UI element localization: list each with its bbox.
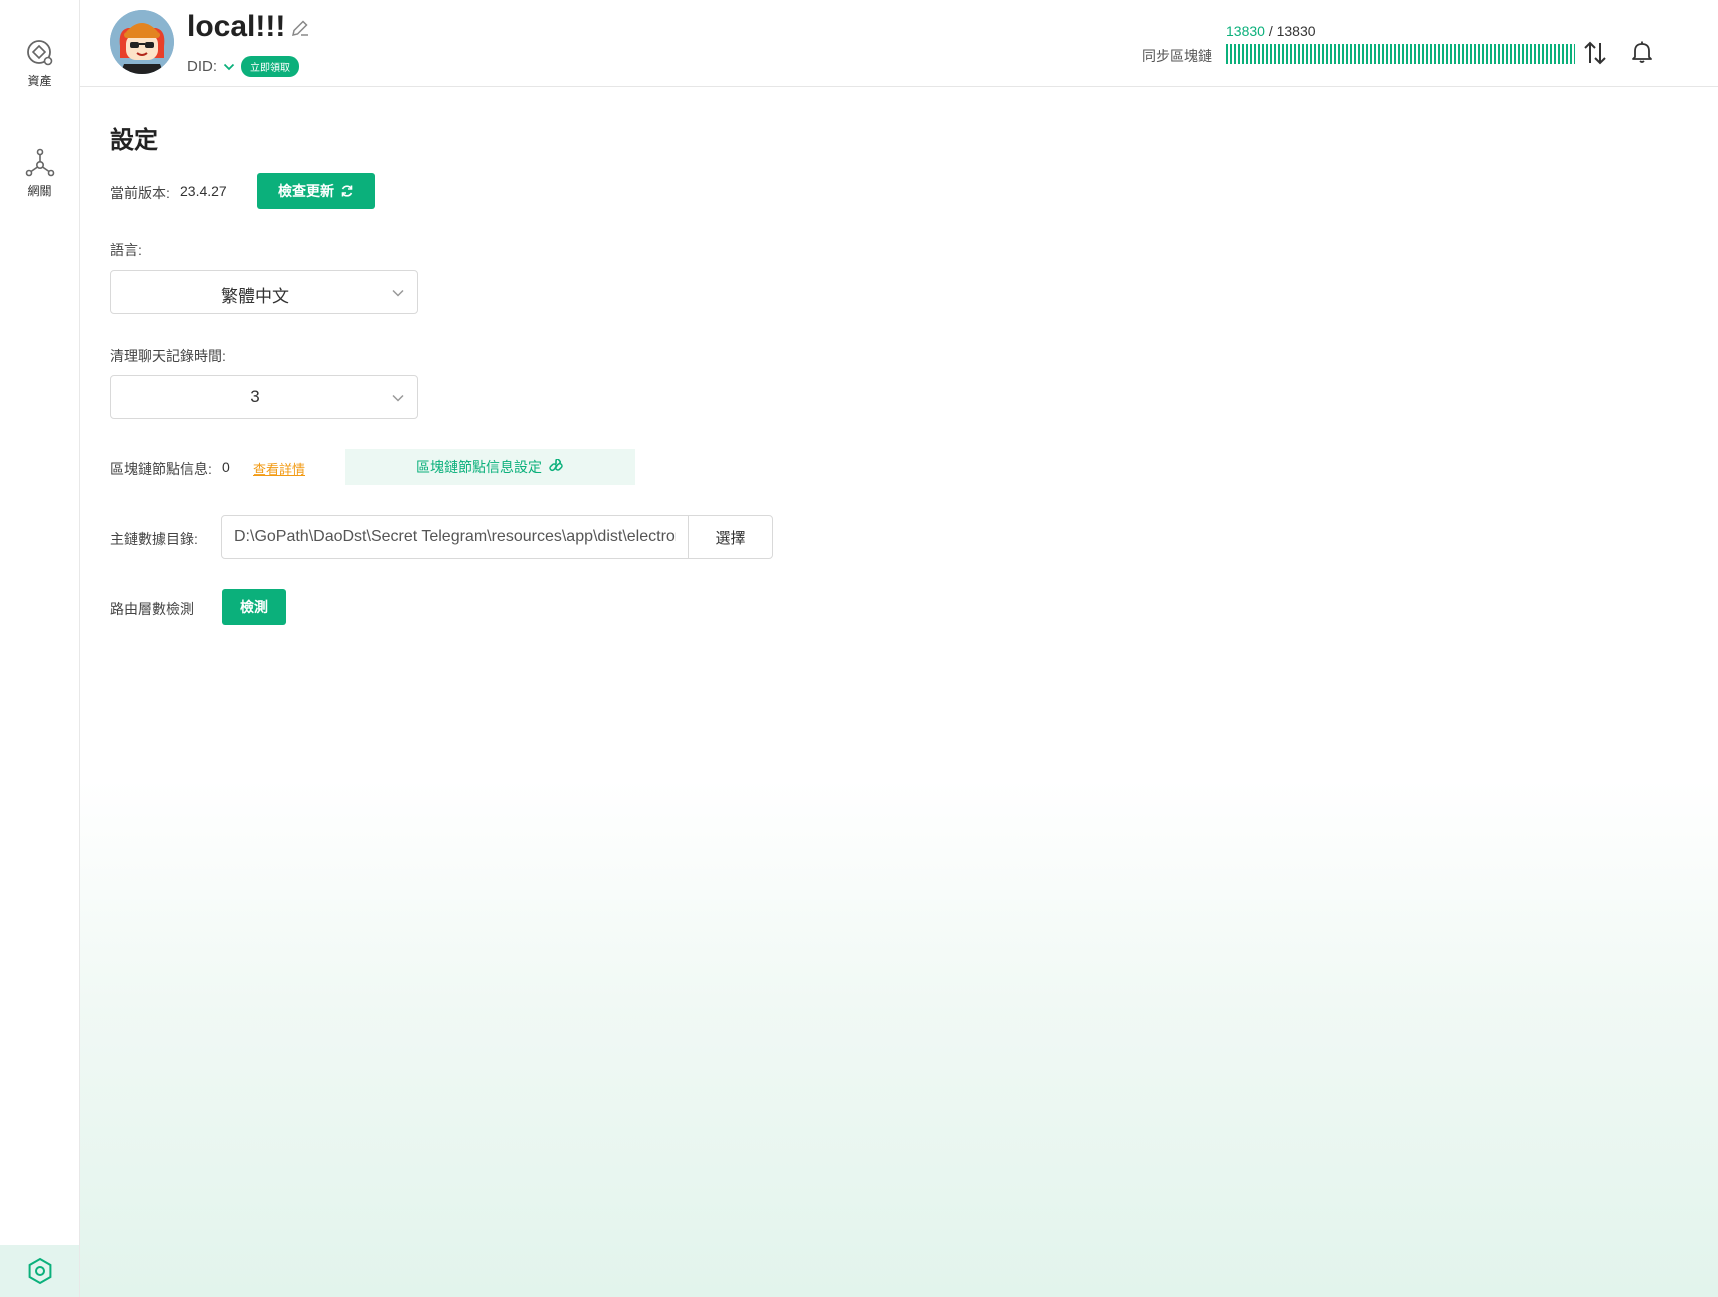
claim-badge[interactable]: 立即領取 bbox=[241, 56, 299, 77]
route-check-label: 路由層數檢測 bbox=[110, 601, 194, 617]
avatar[interactable] bbox=[110, 10, 174, 74]
choose-dir-button[interactable]: 選擇 bbox=[688, 516, 772, 558]
refresh-icon bbox=[341, 185, 353, 197]
clean-history-select-value: 3 bbox=[250, 387, 260, 406]
version-value: 23.4.27 bbox=[180, 183, 227, 199]
clean-history-select[interactable]: 3 bbox=[110, 375, 418, 419]
sync-current: 13830 bbox=[1226, 23, 1265, 39]
bell-icon[interactable] bbox=[1630, 40, 1654, 69]
sidebar-item-label: 網關 bbox=[27, 184, 52, 198]
settings-hexagon-icon bbox=[28, 1257, 51, 1285]
chevron-down-icon bbox=[392, 394, 404, 402]
data-dir-label: 主鏈數據目錄: bbox=[110, 531, 198, 547]
did-label: DID: bbox=[187, 58, 217, 75]
avatar-character-icon bbox=[110, 10, 174, 74]
route-check-button[interactable]: 檢測 bbox=[222, 589, 286, 625]
assets-icon bbox=[26, 40, 52, 66]
sidebar: 資產 網關 bbox=[0, 0, 80, 1297]
sync-separator: / bbox=[1268, 23, 1273, 39]
sidebar-item-network[interactable]: 網關 bbox=[0, 148, 79, 199]
link-icon bbox=[549, 459, 563, 472]
language-select-value: 繁體中文 bbox=[221, 287, 289, 306]
did-row: DID: 立即領取 bbox=[187, 56, 299, 77]
language-label: 語言: bbox=[110, 242, 142, 258]
view-details-link[interactable]: 查看詳情 bbox=[253, 459, 305, 478]
sync-label: 同步區塊鏈 bbox=[1142, 48, 1212, 64]
header: local!!! DID: 立即領取 13830 / 13830 同步區塊鏈 bbox=[80, 0, 1718, 87]
page-title: 設定 bbox=[110, 127, 158, 154]
main-content: local!!! DID: 立即領取 13830 / 13830 同步區塊鏈 設… bbox=[80, 0, 1718, 1297]
node-settings-button[interactable]: 區塊鏈節點信息設定 bbox=[345, 449, 635, 485]
data-dir-input[interactable] bbox=[222, 516, 688, 558]
sync-total: 13830 bbox=[1276, 23, 1316, 39]
version-label: 當前版本: bbox=[110, 185, 170, 201]
language-select[interactable]: 繁體中文 bbox=[110, 270, 418, 314]
sync-count: 13830 / 13830 bbox=[1226, 23, 1316, 39]
clean-history-label: 清理聊天記錄時間: bbox=[110, 348, 226, 364]
swap-arrows-icon[interactable] bbox=[1582, 40, 1608, 71]
chevron-down-icon[interactable] bbox=[223, 61, 235, 73]
node-info-label: 區塊鏈節點信息: bbox=[110, 461, 212, 477]
username: local!!! bbox=[187, 10, 286, 43]
edit-icon[interactable] bbox=[290, 18, 310, 43]
node-info-value: 0 bbox=[222, 459, 230, 475]
node-settings-label: 區塊鏈節點信息設定 bbox=[416, 459, 542, 475]
check-update-button[interactable]: 檢查更新 bbox=[257, 173, 375, 209]
sidebar-item-assets[interactable]: 資產 bbox=[0, 38, 79, 89]
check-update-label: 檢查更新 bbox=[278, 183, 334, 199]
sidebar-item-settings[interactable] bbox=[0, 1245, 79, 1297]
sidebar-item-label: 資產 bbox=[27, 74, 52, 88]
chevron-down-icon bbox=[392, 289, 404, 297]
sync-progress-bar bbox=[1226, 44, 1575, 64]
network-icon bbox=[25, 148, 54, 177]
data-dir-field: 選擇 bbox=[221, 515, 773, 559]
